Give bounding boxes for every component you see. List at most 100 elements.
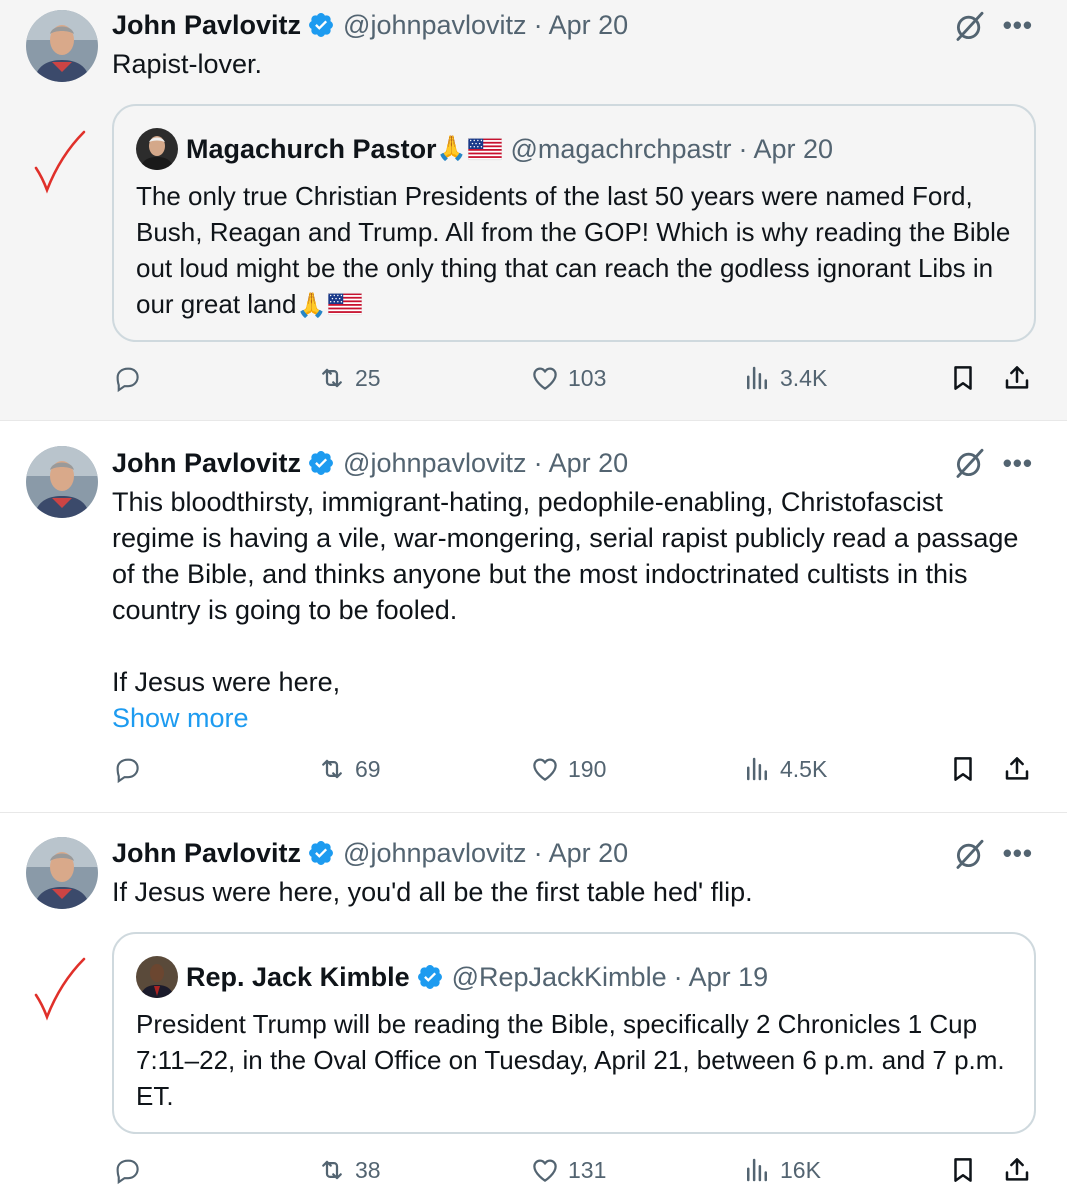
- tweet-actions: 25 103 3.4K: [112, 363, 1042, 403]
- reply-icon: [112, 363, 142, 393]
- grok-icon[interactable]: [953, 9, 987, 43]
- quote-handle[interactable]: @magachrchpastr: [510, 132, 731, 166]
- quote-date[interactable]: · Apr 20: [738, 132, 833, 166]
- grok-icon[interactable]: [953, 837, 987, 871]
- bookmark-icon: [948, 754, 978, 784]
- like-button[interactable]: 103: [530, 363, 606, 393]
- repost-button[interactable]: 38: [317, 1155, 381, 1185]
- tweet-text: Rapist-lover.: [112, 49, 263, 79]
- share-icon: [1002, 754, 1032, 784]
- repost-count: 38: [355, 1156, 381, 1183]
- tweet-text-line: If Jesus were here,: [112, 667, 341, 697]
- red-checkmark-annotation: [32, 128, 87, 198]
- verified-badge-icon: [307, 839, 335, 867]
- heart-icon: [530, 363, 560, 393]
- like-count: 190: [568, 755, 607, 782]
- reply-icon: [112, 1155, 142, 1185]
- tweet-header: John Pavlovitz @johnpavlovitz · Apr 20: [112, 8, 628, 42]
- avatar[interactable]: [26, 837, 98, 909]
- red-checkmark-annotation: [32, 955, 87, 1025]
- us-flag-icon: [468, 137, 502, 161]
- reply-button[interactable]: [112, 754, 150, 784]
- quote-author-name[interactable]: Magachurch Pastor: [186, 132, 437, 166]
- repost-icon: [317, 754, 347, 784]
- tweet-text-line: regime is having a vile, war-mongering, …: [112, 523, 1019, 553]
- views-icon: [742, 1155, 772, 1185]
- more-options-icon[interactable]: •••: [1003, 448, 1033, 479]
- share-button[interactable]: [1002, 363, 1040, 393]
- tweet-text: If Jesus were here, you'd all be the fir…: [112, 877, 753, 907]
- show-more-link[interactable]: Show more: [112, 700, 1042, 736]
- quote-text: President Trump will be reading the Bibl…: [136, 1009, 1005, 1111]
- tweet-text-line: country is going to be fooled.: [112, 595, 458, 625]
- praying-hands-icon: 🙏: [436, 135, 467, 162]
- author-handle[interactable]: @johnpavlovitz: [343, 836, 527, 870]
- repost-button[interactable]: 25: [317, 363, 381, 393]
- verified-badge-icon: [307, 449, 335, 477]
- tweet-1[interactable]: John Pavlovitz @johnpavlovitz · Apr 20 •…: [0, 0, 1067, 420]
- quote-text: The only true Christian Presidents of th…: [136, 178, 1012, 324]
- like-count: 131: [568, 1156, 607, 1183]
- author-name[interactable]: John Pavlovitz: [112, 446, 301, 480]
- verified-badge-icon: [416, 963, 444, 991]
- views-button[interactable]: 4.5K: [742, 754, 827, 784]
- author-name[interactable]: John Pavlovitz: [112, 8, 301, 42]
- quoted-tweet[interactable]: Rep. Jack Kimble @RepJackKimble · Apr 19…: [112, 932, 1036, 1134]
- tweet-date[interactable]: · Apr 20: [534, 446, 629, 480]
- avatar[interactable]: [26, 10, 98, 82]
- tweet-date[interactable]: · Apr 20: [534, 836, 629, 870]
- view-count: 16K: [780, 1156, 821, 1183]
- tweet-text-line: of the Bible, and thinks anyone but the …: [112, 559, 968, 589]
- tweet-date[interactable]: · Apr 20: [534, 8, 629, 42]
- views-button[interactable]: 16K: [742, 1155, 821, 1185]
- share-button[interactable]: [1002, 754, 1040, 784]
- bookmark-button[interactable]: [948, 754, 986, 784]
- repost-count: 69: [355, 755, 381, 782]
- tweet-actions: 69 190 4.5K: [112, 754, 1042, 794]
- bookmark-icon: [948, 1155, 978, 1185]
- view-count: 4.5K: [780, 755, 828, 782]
- like-button[interactable]: 131: [530, 1155, 606, 1185]
- grok-icon[interactable]: [953, 446, 987, 480]
- like-count: 103: [568, 364, 607, 391]
- reply-icon: [112, 754, 142, 784]
- praying-hands-icon: 🙏: [296, 292, 327, 319]
- tweet-2[interactable]: John Pavlovitz @johnpavlovitz · Apr 20 •…: [0, 420, 1067, 813]
- quote-author-name[interactable]: Rep. Jack Kimble: [186, 960, 410, 994]
- share-icon: [1002, 363, 1032, 393]
- tweet-header: John Pavlovitz @johnpavlovitz · Apr 20: [112, 836, 628, 870]
- more-options-icon[interactable]: •••: [1003, 838, 1033, 869]
- repost-icon: [317, 1155, 347, 1185]
- us-flag-icon: [328, 292, 362, 316]
- tweet-text-line: This bloodthirsty, immigrant-hating, ped…: [112, 487, 943, 517]
- heart-icon: [530, 754, 560, 784]
- share-button[interactable]: [1002, 1155, 1040, 1185]
- reply-button[interactable]: [112, 1155, 150, 1185]
- reply-button[interactable]: [112, 363, 150, 393]
- author-handle[interactable]: @johnpavlovitz: [343, 446, 527, 480]
- author-handle[interactable]: @johnpavlovitz: [343, 8, 527, 42]
- quote-avatar[interactable]: [136, 128, 178, 170]
- views-icon: [742, 363, 772, 393]
- tweet-header: John Pavlovitz @johnpavlovitz · Apr 20: [112, 446, 628, 480]
- bookmark-button[interactable]: [948, 1155, 986, 1185]
- repost-button[interactable]: 69: [317, 754, 381, 784]
- quote-header: Rep. Jack Kimble @RepJackKimble · Apr 19: [186, 960, 768, 994]
- quote-date[interactable]: · Apr 19: [674, 960, 769, 994]
- bookmark-button[interactable]: [948, 363, 986, 393]
- views-button[interactable]: 3.4K: [742, 363, 827, 393]
- view-count: 3.4K: [780, 364, 828, 391]
- quote-header: Magachurch Pastor 🙏 @magachrchpastr · Ap…: [186, 132, 833, 166]
- repost-count: 25: [355, 364, 381, 391]
- author-name[interactable]: John Pavlovitz: [112, 836, 301, 870]
- quote-handle[interactable]: @RepJackKimble: [452, 960, 667, 994]
- like-button[interactable]: 190: [530, 754, 606, 784]
- quote-avatar[interactable]: [136, 956, 178, 998]
- more-options-icon[interactable]: •••: [1003, 10, 1033, 41]
- avatar[interactable]: [26, 446, 98, 518]
- bookmark-icon: [948, 363, 978, 393]
- quote-text-content: The only true Christian Presidents of th…: [136, 181, 1011, 319]
- quoted-tweet[interactable]: Magachurch Pastor 🙏 @magachrchpastr · Ap…: [112, 104, 1036, 342]
- heart-icon: [530, 1155, 560, 1185]
- tweet-3[interactable]: John Pavlovitz @johnpavlovitz · Apr 20 •…: [0, 812, 1067, 1201]
